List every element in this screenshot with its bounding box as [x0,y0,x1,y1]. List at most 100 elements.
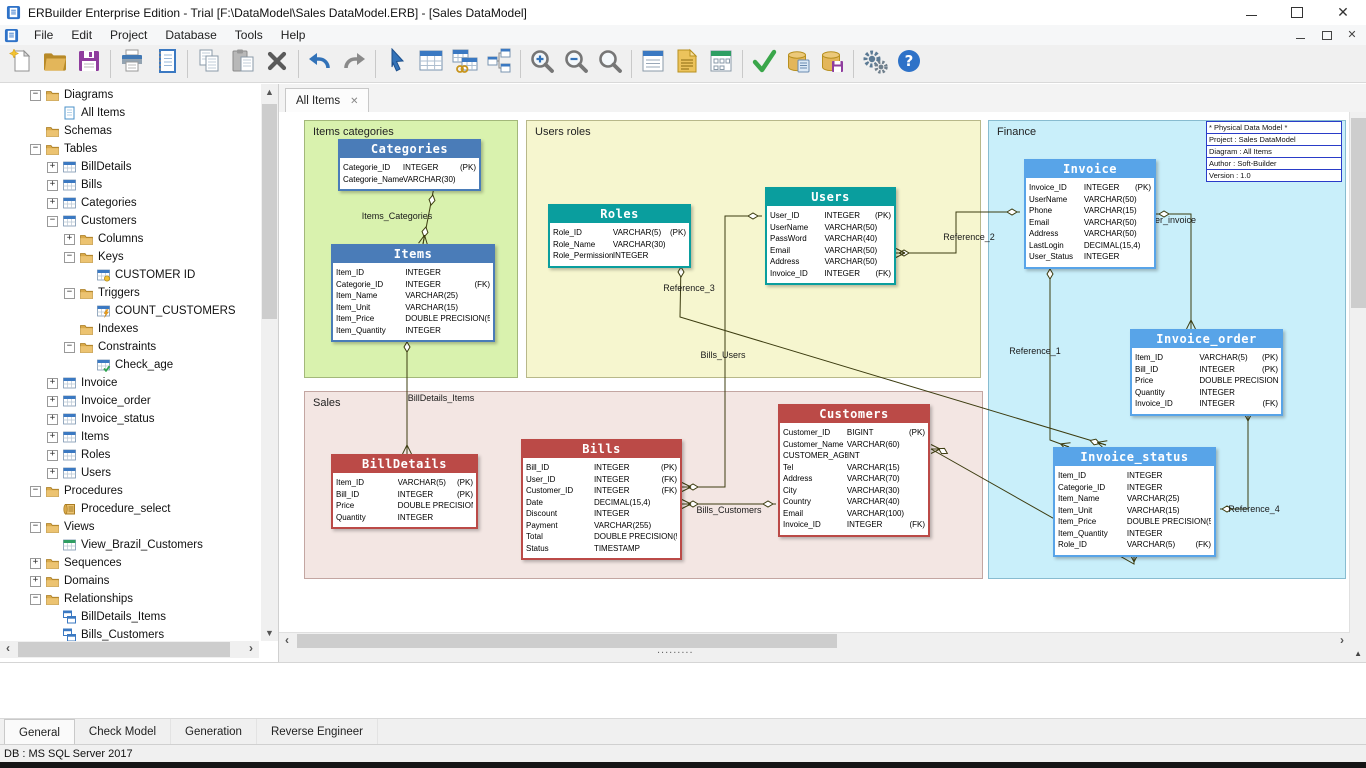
expand-icon[interactable]: + [47,198,58,209]
menu-edit[interactable]: Edit [62,26,101,44]
tab-close-icon[interactable]: ✕ [350,96,358,107]
expand-icon[interactable]: + [47,414,58,425]
sidebar-item-relationships[interactable]: −Relationships [0,590,258,608]
help-button[interactable]: ? [892,47,926,81]
expand-icon[interactable]: + [30,558,41,569]
collapse-icon[interactable]: − [30,486,41,497]
sidebar-item-procedure-select[interactable]: Procedure_select [0,500,258,518]
sidebar-item-billdetails-items[interactable]: BillDetails_Items [0,608,258,626]
collapse-panel-icon[interactable]: ▲ [1354,649,1362,658]
doc-list-button[interactable] [636,47,670,81]
collapse-icon[interactable]: − [64,342,75,353]
form-grid-button[interactable] [704,47,738,81]
canvas-hscroll-thumb[interactable] [297,634,837,649]
expand-icon[interactable]: + [47,162,58,173]
doc-text-button[interactable] [670,47,704,81]
sidebar-item-invoice[interactable]: +Invoice [0,374,258,392]
entity-invoice[interactable]: InvoiceInvoice_IDINTEGER(PK)UserNameVARC… [1024,159,1156,269]
sidebar-item-columns[interactable]: +Columns [0,230,258,248]
tree-horizontal-scrollbar[interactable]: ‹ › [0,641,259,658]
mdi-restore-button[interactable] [1318,27,1334,41]
relationship-bills_users[interactable]: Bills_Users [682,213,762,492]
scroll-right-icon[interactable]: › [243,641,259,658]
collapse-icon[interactable]: − [30,594,41,605]
sidebar-item-diagrams[interactable]: −Diagrams [0,86,258,104]
canvas-vscroll-thumb[interactable] [1351,118,1366,308]
sidebar-item-billdetails[interactable]: +BillDetails [0,158,258,176]
sidebar-item-bills[interactable]: +Bills [0,176,258,194]
delete-button[interactable] [260,47,294,81]
copy-button[interactable] [192,47,226,81]
sidebar-item-roles[interactable]: +Roles [0,446,258,464]
sidebar-item-sequences[interactable]: +Sequences [0,554,258,572]
db-save-button[interactable] [815,47,849,81]
db-script-button[interactable] [781,47,815,81]
expand-icon[interactable]: + [47,378,58,389]
sidebar-item-bills-customers[interactable]: Bills_Customers [0,626,258,641]
sidebar-item-domains[interactable]: +Domains [0,572,258,590]
sidebar-item-check-age[interactable]: Check_age [0,356,258,374]
entity-roles[interactable]: RolesRole_IDVARCHAR(5)(PK)Role_NameVARCH… [548,204,691,268]
scroll-left-icon[interactable]: ‹ [0,641,16,658]
zoom-button[interactable] [593,47,627,81]
collapse-icon[interactable]: − [64,252,75,263]
menu-tools[interactable]: Tools [226,26,272,44]
sidebar-item-invoice-order[interactable]: +Invoice_order [0,392,258,410]
pointer-button[interactable] [380,47,414,81]
sidebar-item-categories[interactable]: +Categories [0,194,258,212]
zoom-in-button[interactable] [525,47,559,81]
collapse-icon[interactable]: − [30,90,41,101]
report-button[interactable] [149,47,183,81]
sidebar-item-items[interactable]: +Items [0,428,258,446]
expand-icon[interactable]: + [47,450,58,461]
entity-invoice_order[interactable]: Invoice_orderItem_IDVARCHAR(5)(PK)Bill_I… [1130,329,1283,416]
expand-icon[interactable]: + [47,180,58,191]
sidebar-item-customers[interactable]: −Customers [0,212,258,230]
save-button[interactable] [72,47,106,81]
sidebar-item-customer-id[interactable]: CUSTOMER ID [0,266,258,284]
scroll-down-icon[interactable]: ▼ [261,625,278,641]
tab-all-items[interactable]: All Items ✕ [285,88,369,113]
expand-icon[interactable]: + [64,234,75,245]
sidebar-item-schemas[interactable]: Schemas [0,122,258,140]
entity-users[interactable]: UsersUser_IDINTEGER(PK)UserNameVARCHAR(5… [765,187,896,285]
output-tab-generation[interactable]: Generation [171,719,257,745]
open-button[interactable] [38,47,72,81]
new-button[interactable] [4,47,38,81]
sidebar-item-tables[interactable]: −Tables [0,140,258,158]
relationship-bills_customers[interactable]: Bills_Customers [682,500,776,516]
collapse-icon[interactable]: − [64,288,75,299]
sidebar-item-all-items[interactable]: All Items [0,104,258,122]
undo-button[interactable] [303,47,337,81]
splitter-handle[interactable]: ......... ▲ [279,648,1366,662]
model-info-note[interactable]: * Physical Data Model *Project : Sales D… [1206,121,1342,182]
sidebar-item-count-customers[interactable]: COUNT_CUSTOMERS [0,302,258,320]
close-button[interactable]: ✕ [1320,0,1366,25]
entity-billdetails[interactable]: BillDetailsItem_IDVARCHAR(5)(PK)Bill_IDI… [331,454,478,529]
relationship-reference_2[interactable]: Reference_2 [896,209,1020,258]
expand-icon[interactable]: + [47,432,58,443]
tree-vscroll-thumb[interactable] [262,104,277,319]
redo-button[interactable] [337,47,371,81]
expand-icon[interactable]: + [47,396,58,407]
canvas-vertical-scrollbar[interactable] [1349,112,1366,632]
zoom-out-button[interactable] [559,47,593,81]
mdi-close-button[interactable]: ✕ [1344,27,1360,41]
table-button[interactable] [414,47,448,81]
collapse-icon[interactable]: − [30,144,41,155]
menu-database[interactable]: Database [156,26,225,44]
sidebar-item-views[interactable]: −Views [0,518,258,536]
collapse-icon[interactable]: − [30,522,41,533]
entity-bills[interactable]: BillsBill_IDINTEGER(PK)User_IDINTEGER(FK… [521,439,682,560]
entity-items[interactable]: ItemsItem_IDINTEGERCategorie_IDINTEGER(F… [331,244,495,342]
menu-help[interactable]: Help [272,26,315,44]
collapse-icon[interactable]: − [47,216,58,227]
sidebar-item-constraints[interactable]: −Constraints [0,338,258,356]
table-link-button[interactable] [448,47,482,81]
canvas-horizontal-scrollbar[interactable]: ‹ › [279,632,1350,649]
sidebar-item-triggers[interactable]: −Triggers [0,284,258,302]
paste-button[interactable] [226,47,260,81]
scroll-up-icon[interactable]: ▲ [261,84,278,100]
tree-vertical-scrollbar[interactable]: ▲ ▼ [261,84,278,641]
entity-customers[interactable]: CustomersCustomer_IDBIGINT(PK)Customer_N… [778,404,930,537]
